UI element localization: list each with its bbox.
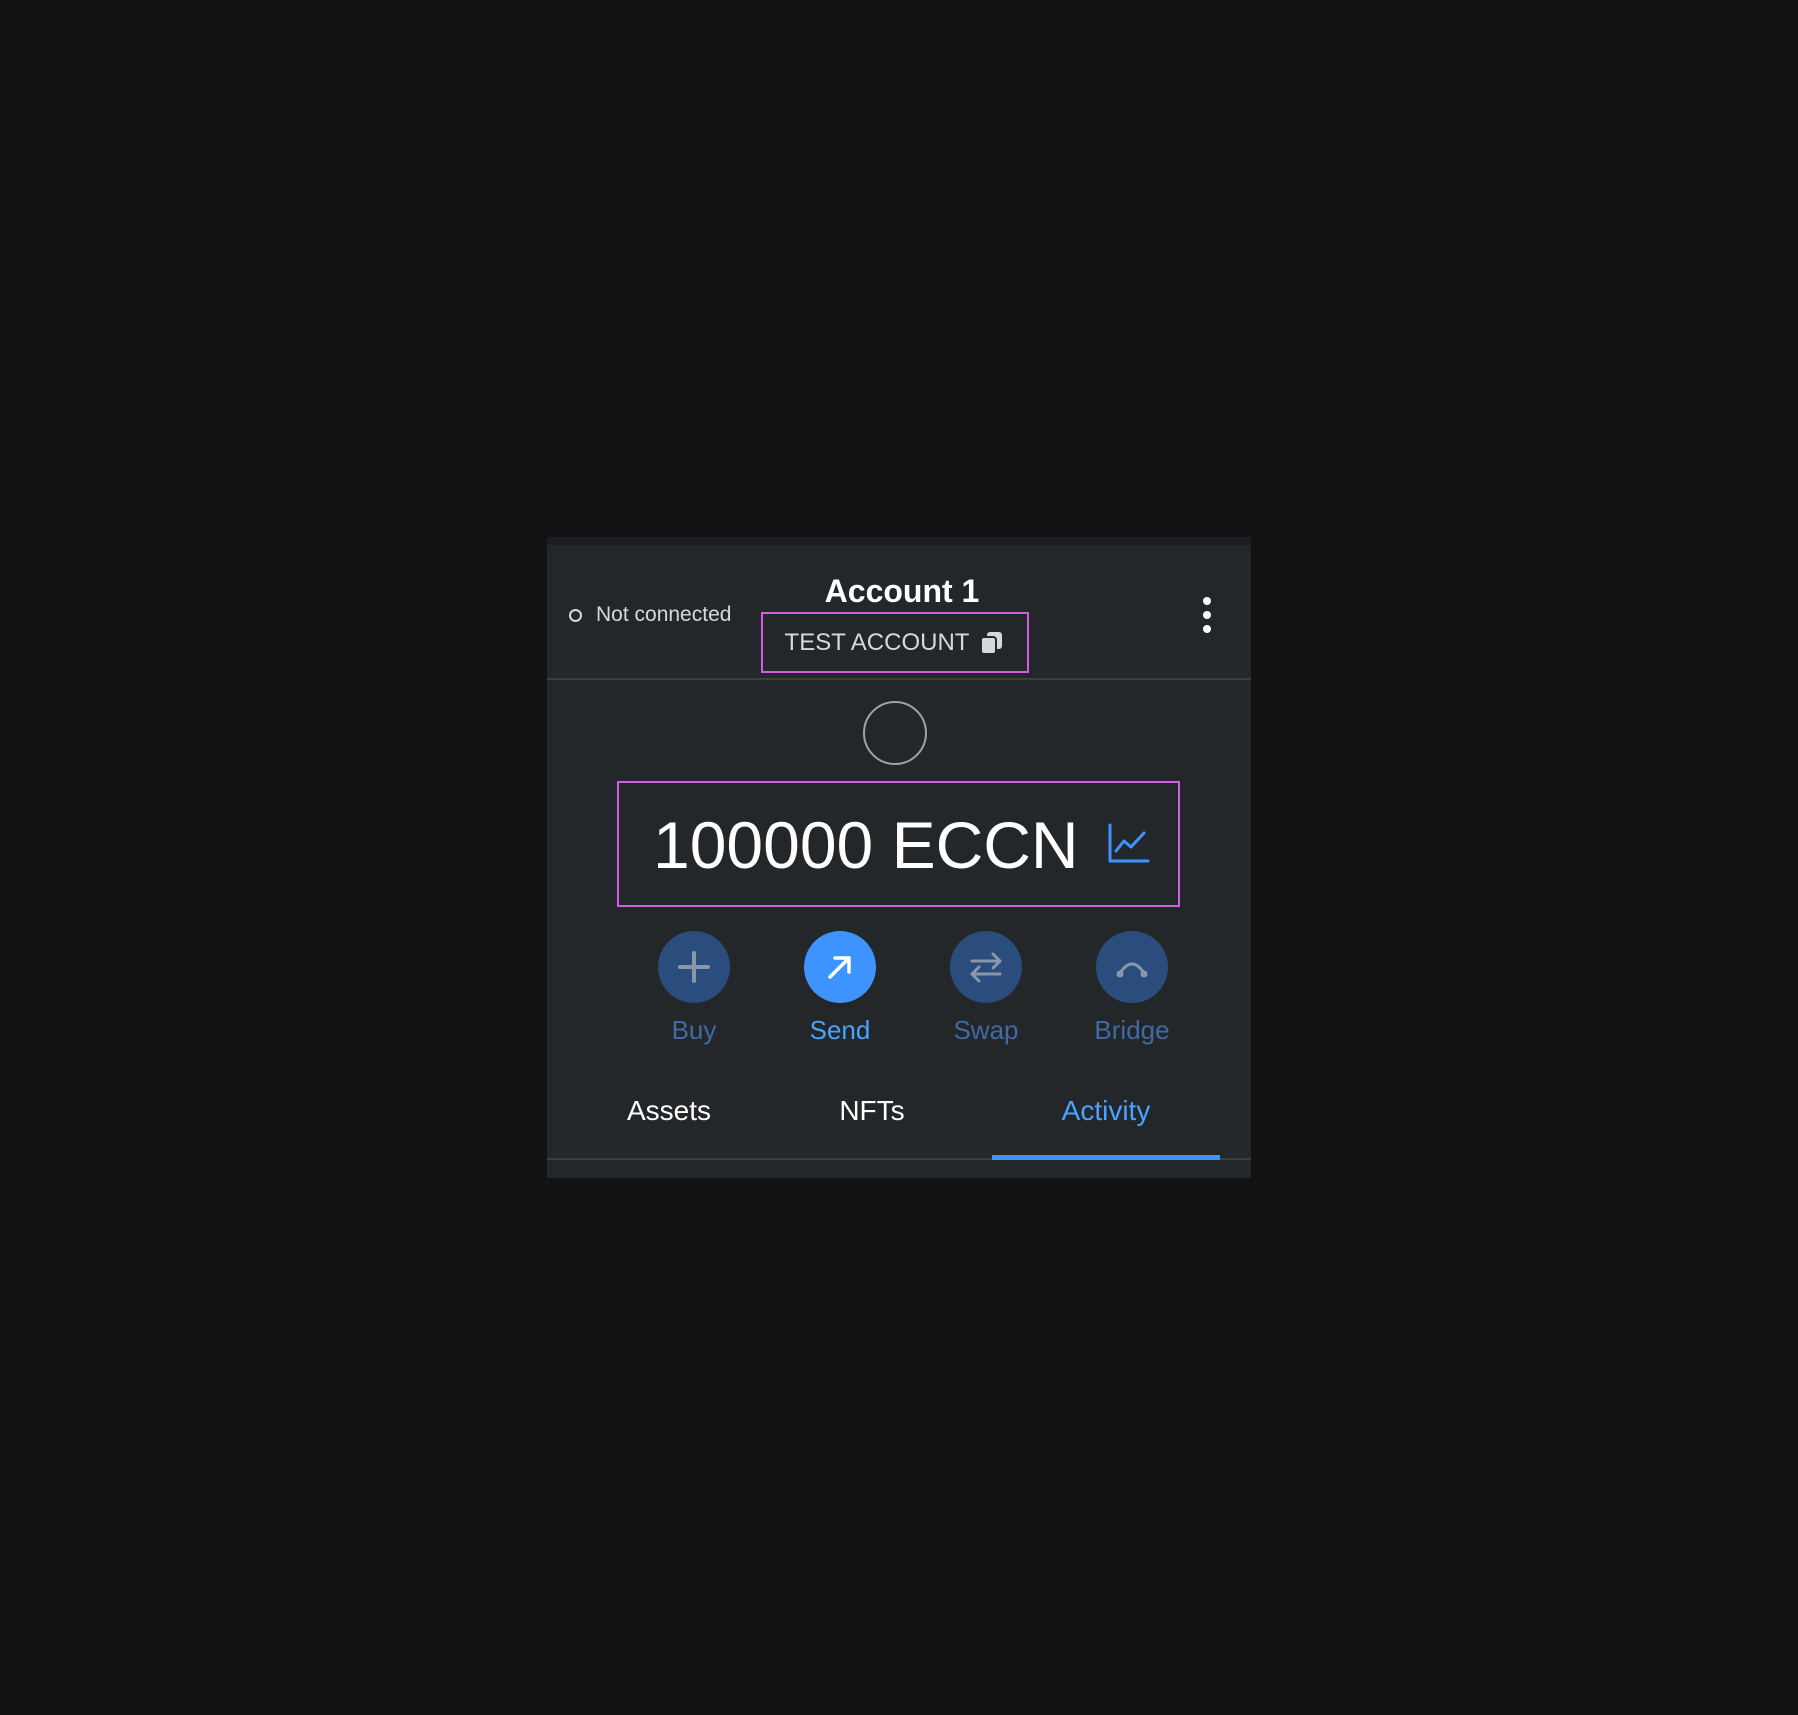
account-header: Not connected Account 1 TEST ACCOUNT	[547, 545, 1251, 680]
tab-activity-label: Activity	[1061, 1095, 1151, 1126]
tab-nfts-label: NFTs	[839, 1095, 905, 1126]
swap-arrows-icon	[950, 931, 1022, 1003]
plus-icon	[658, 931, 730, 1003]
token-avatar	[863, 701, 927, 765]
bridge-label: Bridge	[1094, 1015, 1170, 1045]
send-label: Send	[809, 1015, 871, 1045]
wallet-popup: Not connected Account 1 TEST ACCOUNT 100…	[547, 537, 1251, 1178]
status-dot-icon	[569, 608, 582, 622]
bridge-button[interactable]: Bridge	[1059, 931, 1205, 1046]
tab-nfts[interactable]: NFTs	[769, 1090, 975, 1160]
active-tab-indicator	[992, 1155, 1220, 1160]
account-label: TEST ACCOUNT	[784, 628, 970, 656]
arrow-up-right-icon	[804, 931, 876, 1003]
account-options-icon[interactable]	[1201, 595, 1213, 635]
account-address-button[interactable]: TEST ACCOUNT	[761, 612, 1029, 673]
copy-icon	[979, 630, 1005, 656]
action-buttons: Buy Send Swap Bridge	[621, 931, 1181, 1051]
balance-display: 100000 ECCN	[617, 781, 1180, 907]
tab-activity[interactable]: Activity	[992, 1090, 1220, 1160]
page: Not connected Account 1 TEST ACCOUNT 100…	[0, 0, 1798, 1715]
tab-assets[interactable]: Assets	[581, 1090, 757, 1160]
buy-label: Buy	[671, 1015, 717, 1045]
account-name[interactable]: Account 1	[547, 573, 1251, 610]
swap-button[interactable]: Swap	[913, 931, 1059, 1046]
send-button[interactable]: Send	[767, 931, 913, 1046]
portfolio-chart-icon[interactable]	[1106, 821, 1150, 865]
wallet-tabs: Assets NFTs Activity	[547, 1090, 1251, 1160]
tab-assets-label: Assets	[626, 1095, 712, 1126]
bridge-icon	[1096, 931, 1168, 1003]
balance-amount: 100000 ECCN	[653, 808, 1079, 882]
swap-label: Swap	[953, 1015, 1019, 1045]
buy-button[interactable]: Buy	[621, 931, 767, 1046]
